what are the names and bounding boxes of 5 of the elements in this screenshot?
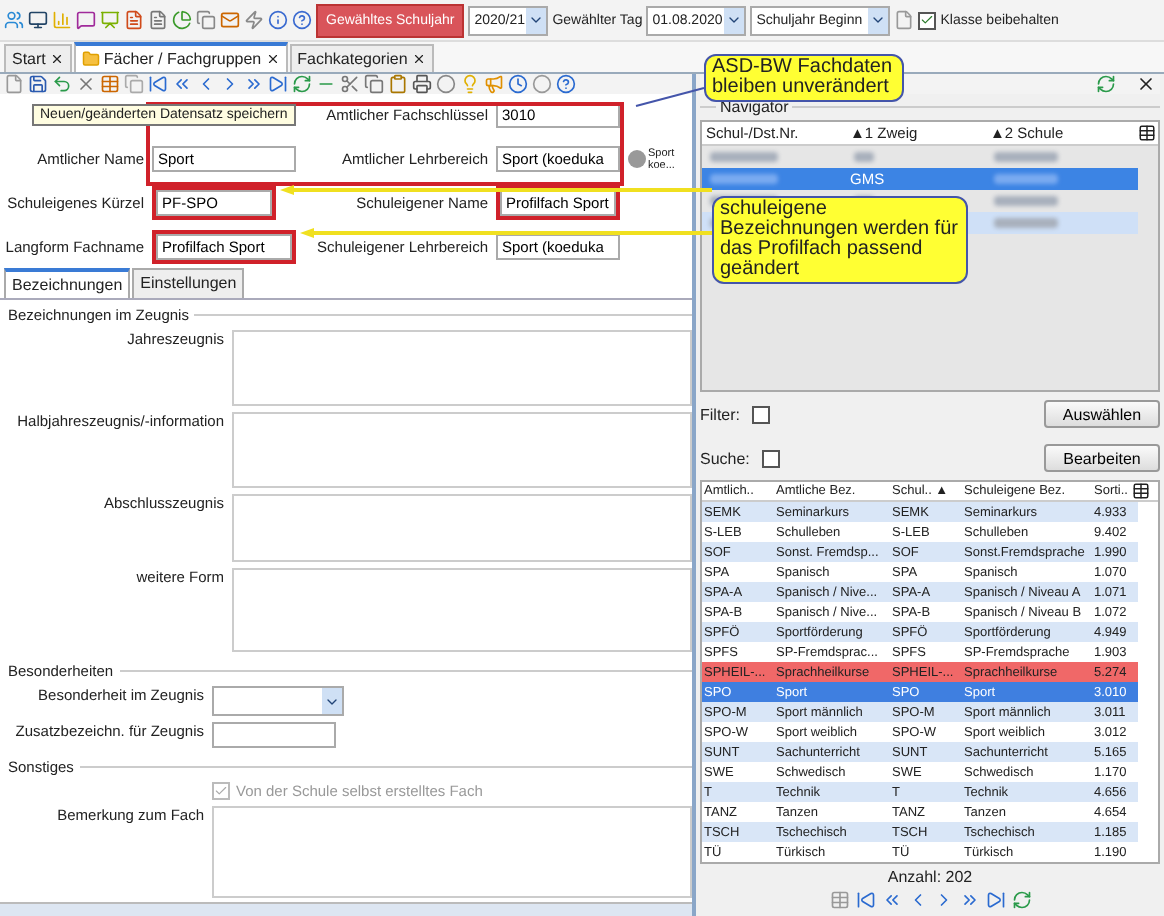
callout-tooltip: schuleigene Bezeichnungen werden für das Profilfach passend geändert: [712, 196, 968, 284]
search-label: Suche:: [700, 449, 750, 467]
callout-tooltip: ASD-BW Fachdaten bleiben unverändert: [704, 54, 904, 102]
record-count: Anzahl: 202: [885, 866, 975, 890]
filter-label: Filter:: [700, 405, 740, 423]
